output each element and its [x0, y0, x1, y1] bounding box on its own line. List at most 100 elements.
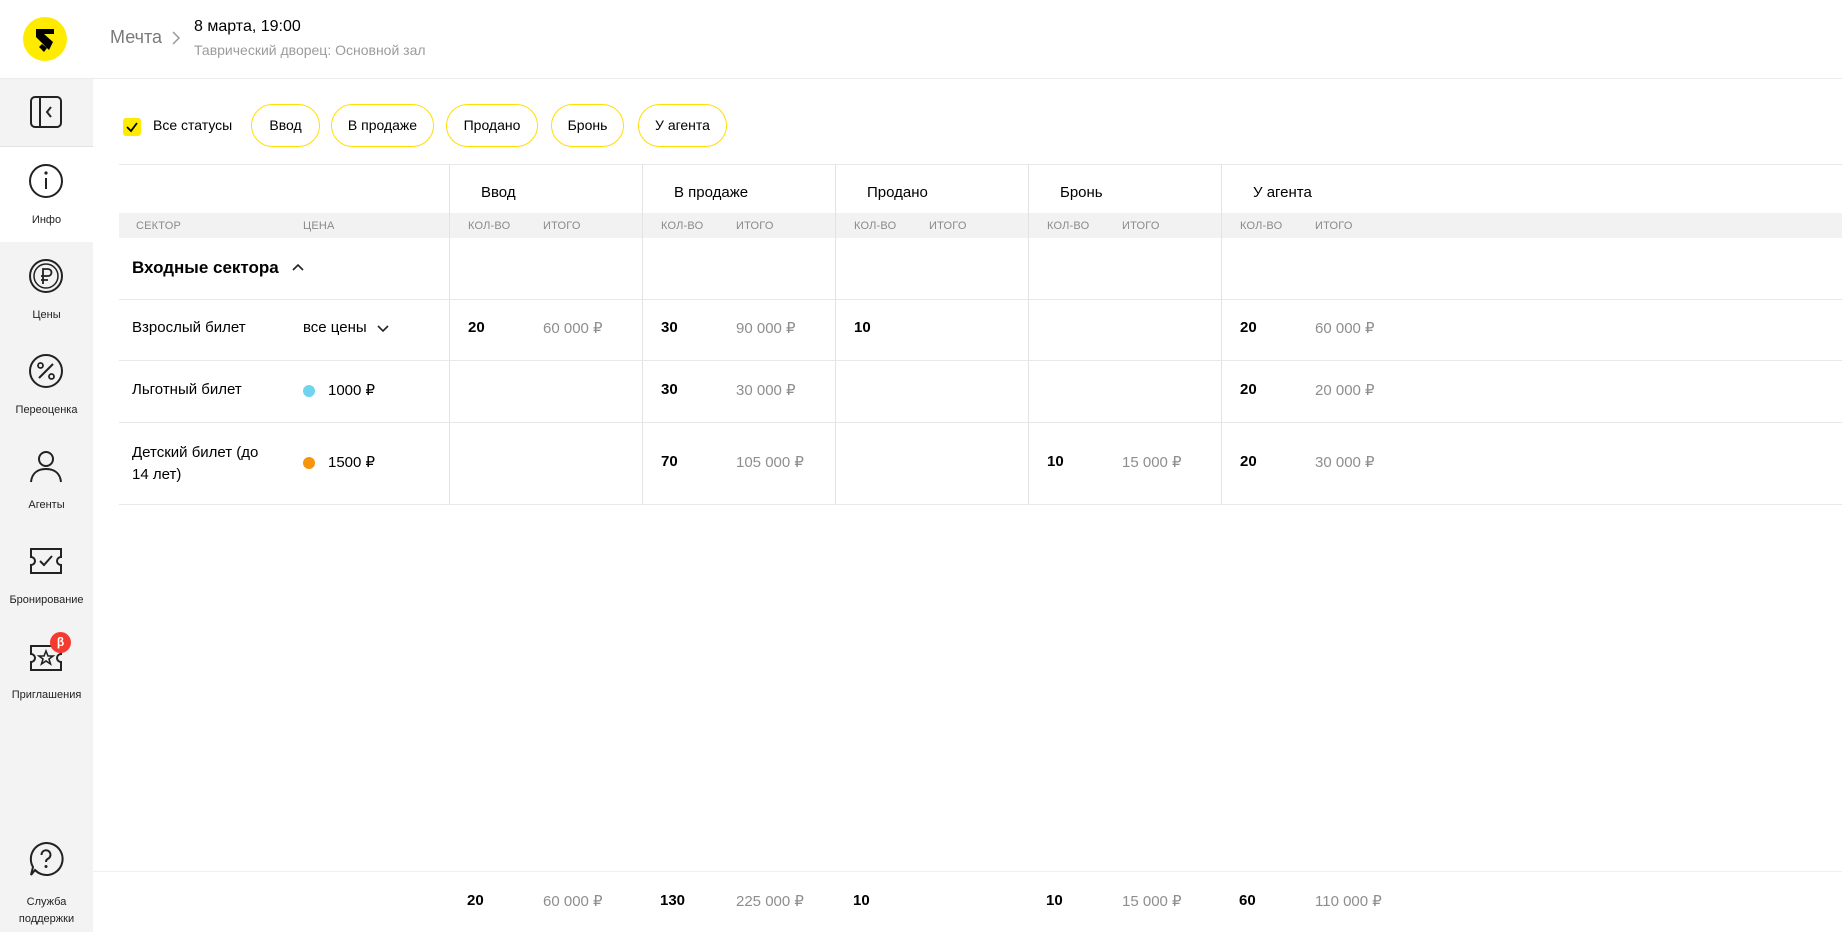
cell-total: 30 000 ₽ — [1315, 454, 1375, 471]
filter-chip-sold[interactable]: Продано — [446, 104, 538, 147]
group-header-agent: У агента — [1253, 184, 1312, 201]
group-header-reserved: Бронь — [1060, 184, 1103, 201]
sidebar: Инфо Цены Переоценка Агенты Бронирование… — [0, 79, 93, 932]
cell-total: 90 000 ₽ — [736, 320, 796, 337]
sidebar-item-label: Агенты — [28, 499, 65, 511]
row-sector-name-line1: Детский билет (до — [132, 444, 259, 461]
sidebar-item-label: Инфо — [31, 214, 62, 226]
group-header-on-sale: В продаже — [674, 184, 749, 201]
row-price: 1000 ₽ — [328, 382, 376, 399]
qty-column-header: Кол-во — [661, 220, 704, 232]
row-divider — [119, 504, 1842, 505]
filter-chip-reserved[interactable]: Бронь — [551, 104, 624, 147]
qty-column-header: Кол-во — [1240, 220, 1283, 232]
total-sum: 225 000 ₽ — [736, 893, 804, 910]
app-header: Мечта 8 марта, 19:00 Таврический дворец:… — [0, 0, 1842, 79]
table-subheader — [119, 213, 1842, 238]
qty-column-header: Кол-во — [468, 220, 511, 232]
row-sector-name: Детский билет (до 14 лет) — [132, 442, 258, 486]
cell-total: 105 000 ₽ — [736, 454, 804, 471]
chevron-down-icon[interactable] — [377, 325, 389, 333]
sidebar-item-support[interactable]: Служба поддержки — [0, 841, 93, 932]
cell-qty: 70 — [661, 453, 678, 470]
row-sector-name: Взрослый билет — [132, 319, 246, 336]
row-sector-name-line2: 14 лет) — [132, 466, 182, 483]
total-column-header: Итого — [929, 220, 967, 232]
event-venue: Таврический дворец: Основной зал — [194, 42, 426, 58]
filter-chip-agent[interactable]: У агента — [638, 104, 727, 147]
filter-chip-on-sale[interactable]: В продаже — [331, 104, 434, 147]
column-divider — [1028, 164, 1029, 505]
row-sector-name: Льготный билет — [132, 381, 242, 398]
sector-column-header: Сектор — [136, 220, 182, 232]
ticket-check-icon — [30, 548, 62, 574]
cell-total: 60 000 ₽ — [543, 320, 603, 337]
support-label-line1: Служба — [26, 896, 67, 908]
row-divider — [119, 360, 1842, 361]
table-top-border — [119, 164, 1842, 165]
chevron-right-icon — [172, 31, 181, 45]
cell-total: 30 000 ₽ — [736, 382, 796, 399]
qty-column-header: Кол-во — [854, 220, 897, 232]
section-title[interactable]: Входные сектора — [132, 258, 279, 278]
sidebar-collapse-button[interactable] — [0, 79, 93, 147]
sidebar-item-label: Служба поддержки — [0, 894, 93, 928]
breadcrumb-event[interactable]: Мечта — [110, 27, 162, 48]
sidebar-item-repricing[interactable]: Переоценка — [0, 337, 93, 432]
checkmark-icon — [126, 122, 138, 133]
total-qty: 10 — [1046, 892, 1063, 909]
total-column-header: Итого — [736, 220, 774, 232]
row-divider — [119, 422, 1842, 423]
total-column-header: Итого — [1122, 220, 1160, 232]
price-select[interactable]: все цены — [303, 319, 367, 336]
support-label-line2: поддержки — [18, 913, 75, 925]
group-header-sold: Продано — [867, 184, 928, 201]
total-sum: 60 000 ₽ — [543, 893, 603, 910]
price-column-header: Цена — [303, 220, 335, 232]
ruble-icon — [29, 259, 63, 293]
sidebar-item-label: Переоценка — [15, 404, 78, 416]
total-column-header: Итого — [1315, 220, 1353, 232]
column-divider — [835, 164, 836, 505]
cell-qty: 20 — [1240, 381, 1257, 398]
chevron-up-icon[interactable] — [292, 263, 304, 271]
cell-qty: 30 — [661, 319, 678, 336]
total-qty: 130 — [660, 892, 686, 909]
app-logo[interactable] — [23, 17, 67, 61]
row-price: 1500 ₽ — [328, 454, 376, 471]
qty-column-header: Кол-во — [1047, 220, 1090, 232]
info-icon — [29, 164, 63, 198]
sidebar-item-label: Приглашения — [11, 689, 82, 701]
total-sum: 110 000 ₽ — [1315, 893, 1382, 910]
cell-qty: 10 — [854, 319, 871, 336]
total-qty: 20 — [467, 892, 484, 909]
sidebar-item-invitations[interactable]: β Приглашения — [0, 622, 93, 717]
row-divider — [119, 299, 1842, 300]
cell-qty: 20 — [468, 319, 485, 336]
sidebar-item-prices[interactable]: Цены — [0, 242, 93, 337]
cell-total: 20 000 ₽ — [1315, 382, 1375, 399]
total-column-header: Итого — [543, 220, 581, 232]
sidebar-item-info[interactable]: Инфо — [0, 147, 93, 242]
sidebar-item-agents[interactable]: Агенты — [0, 432, 93, 527]
beta-badge: β — [50, 632, 71, 653]
sidebar-item-label: Цены — [32, 309, 61, 321]
logo-mark-icon — [36, 29, 54, 52]
sidebar-item-booking[interactable]: Бронирование — [0, 527, 93, 622]
cell-qty: 30 — [661, 381, 678, 398]
price-color-dot — [303, 385, 315, 397]
group-header-input: Ввод — [481, 184, 516, 201]
help-icon — [29, 841, 64, 876]
all-statuses-label[interactable]: Все статусы — [153, 117, 232, 133]
cell-qty: 20 — [1240, 453, 1257, 470]
cell-total: 15 000 ₽ — [1122, 454, 1182, 471]
total-qty: 10 — [853, 892, 870, 909]
all-statuses-checkbox[interactable] — [123, 118, 141, 136]
sidebar-item-label: Бронирование — [9, 594, 84, 606]
cell-qty: 20 — [1240, 319, 1257, 336]
price-color-dot — [303, 457, 315, 469]
cell-qty: 10 — [1047, 453, 1064, 470]
cell-total: 60 000 ₽ — [1315, 320, 1375, 337]
collapse-panel-icon — [30, 96, 62, 128]
filter-chip-input[interactable]: Ввод — [251, 104, 320, 147]
